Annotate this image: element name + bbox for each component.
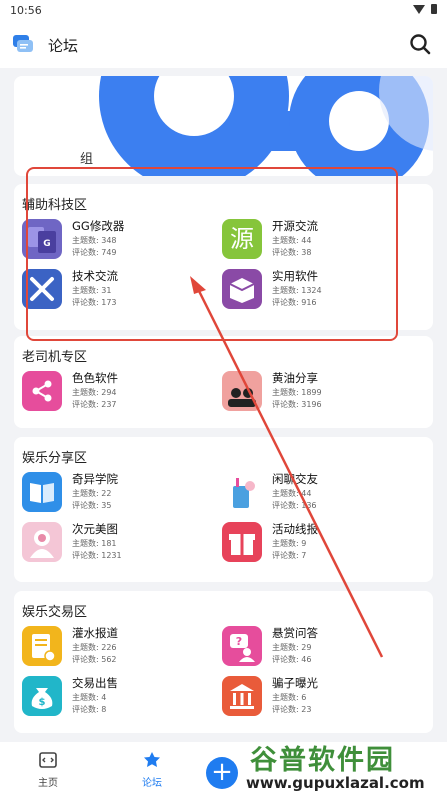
svg-text:?: ? (236, 635, 242, 648)
nav-forum-label: 论坛 (142, 778, 162, 789)
forum-item[interactable]: 黄油分享 主题数: 1899 评论数: 3196 (214, 369, 414, 413)
forum-name: 交易出售 (72, 676, 118, 690)
comment-count: 评论数: 562 (72, 655, 117, 664)
code-icon (39, 752, 57, 768)
comment-count: 评论数: 237 (72, 400, 117, 409)
forum-item[interactable]: 灌水报道 主题数: 226 评论数: 562 (14, 624, 214, 668)
topic-count: 主题数: 294 (72, 388, 117, 397)
comment-count: 评论数: 46 (272, 655, 312, 664)
comment-count: 评论数: 8 (72, 705, 107, 714)
topic-count: 主题数: 226 (72, 643, 117, 652)
nav-forum[interactable]: 论坛 (122, 750, 182, 789)
forum-name: 悬赏问答 (272, 626, 318, 640)
forum-icon (13, 35, 33, 52)
wifi-icon (413, 4, 425, 14)
comment-count: 评论数: 136 (272, 501, 317, 510)
forum-item[interactable]: 闲聊交友 主题数: 44 评论数: 136 (214, 470, 414, 514)
topic-count: 主题数: 29 (272, 643, 312, 652)
add-post-button[interactable]: + (206, 757, 238, 789)
forum-item[interactable]: 骗子曝光 主题数: 6 评论数: 23 (214, 674, 414, 718)
question-icon: ? (222, 626, 262, 666)
forum-item[interactable]: 奇异学院 主题数: 22 评论数: 35 (14, 470, 214, 514)
comment-count: 评论数: 7 (272, 551, 307, 560)
comment-count: 评论数: 35 (72, 501, 112, 510)
search-icon[interactable] (409, 33, 431, 55)
watermark-brand: 谷普软件园 (250, 745, 395, 776)
topic-count: 主题数: 22 (72, 489, 112, 498)
topic-count: 主题数: 44 (272, 489, 312, 498)
section-entertainment-trade: 娱乐交易区 灌水报道 主题数: 226 评论数: 562 ? 悬赏问答 主题数:… (14, 591, 433, 733)
watermark-url: www.gupuxlazal.com (246, 774, 425, 792)
forum-name: 次元美图 (72, 522, 118, 536)
banner-tag: 组 (80, 152, 94, 167)
forum-item[interactable]: ? 悬赏问答 主题数: 29 评论数: 46 (214, 624, 414, 668)
topic-count: 主题数: 6 (272, 693, 307, 702)
app-bar: 论坛 (0, 20, 447, 68)
comment-count: 评论数: 3196 (272, 400, 322, 409)
forum-name: 活动线报 (272, 522, 318, 536)
book-icon (22, 472, 62, 512)
forum-item[interactable]: 次元美图 主题数: 181 评论数: 1231 (14, 520, 214, 564)
comment-count: 评论数: 1231 (72, 551, 122, 560)
forum-item[interactable]: 活动线报 主题数: 9 评论数: 7 (214, 520, 414, 564)
forum-name: 骗子曝光 (272, 676, 318, 690)
forum-name: 奇异学院 (72, 472, 118, 486)
forum-item[interactable]: 色色软件 主题数: 294 评论数: 237 (14, 369, 214, 413)
drink-icon (222, 472, 262, 512)
watermark: 谷普软件园 www.gupuxlazal.com (244, 734, 444, 798)
forum-name: 黄油分享 (272, 371, 318, 385)
gear-icon (269, 76, 433, 176)
section-entertainment-share: 娱乐分享区 奇异学院 主题数: 22 评论数: 35 闲聊交友 主题数: 44 … (14, 437, 433, 582)
gift-icon (222, 522, 262, 562)
money-icon: $ (22, 676, 62, 716)
topic-count: 主题数: 4 (72, 693, 107, 702)
page-title: 论坛 (48, 37, 79, 55)
forum-name: 闲聊交友 (272, 472, 318, 486)
topic-count: 主题数: 181 (72, 539, 117, 548)
forum-item[interactable]: $ 交易出售 主题数: 4 评论数: 8 (14, 674, 214, 718)
forum-nav-icon (144, 752, 160, 767)
nav-home-label: 主页 (38, 778, 58, 789)
comment-count: 评论数: 23 (272, 705, 312, 714)
bank-icon (222, 676, 262, 716)
share-icon (22, 371, 62, 411)
group-icon (222, 371, 262, 411)
banner[interactable]: 组 (14, 76, 433, 176)
section-title: 娱乐交易区 (22, 605, 88, 620)
section-veteran: 老司机专区 色色软件 主题数: 294 评论数: 237 黄油分享 主题数: 1… (14, 336, 433, 428)
section-title: 娱乐分享区 (22, 451, 88, 466)
battery-icon (431, 4, 437, 14)
anime-icon (22, 522, 62, 562)
status-time: 10:56 (10, 4, 42, 17)
highlight-box (26, 167, 398, 341)
status-bar: 10:56 (0, 0, 447, 20)
forum-name: 色色软件 (72, 371, 118, 385)
topic-count: 主题数: 1899 (272, 388, 322, 397)
topic-count: 主题数: 9 (272, 539, 307, 548)
section-title: 老司机专区 (22, 350, 88, 365)
forum-name: 灌水报道 (72, 626, 118, 640)
svg-text:$: $ (39, 697, 46, 708)
note-icon (22, 626, 62, 666)
nav-home[interactable]: 主页 (18, 750, 78, 789)
